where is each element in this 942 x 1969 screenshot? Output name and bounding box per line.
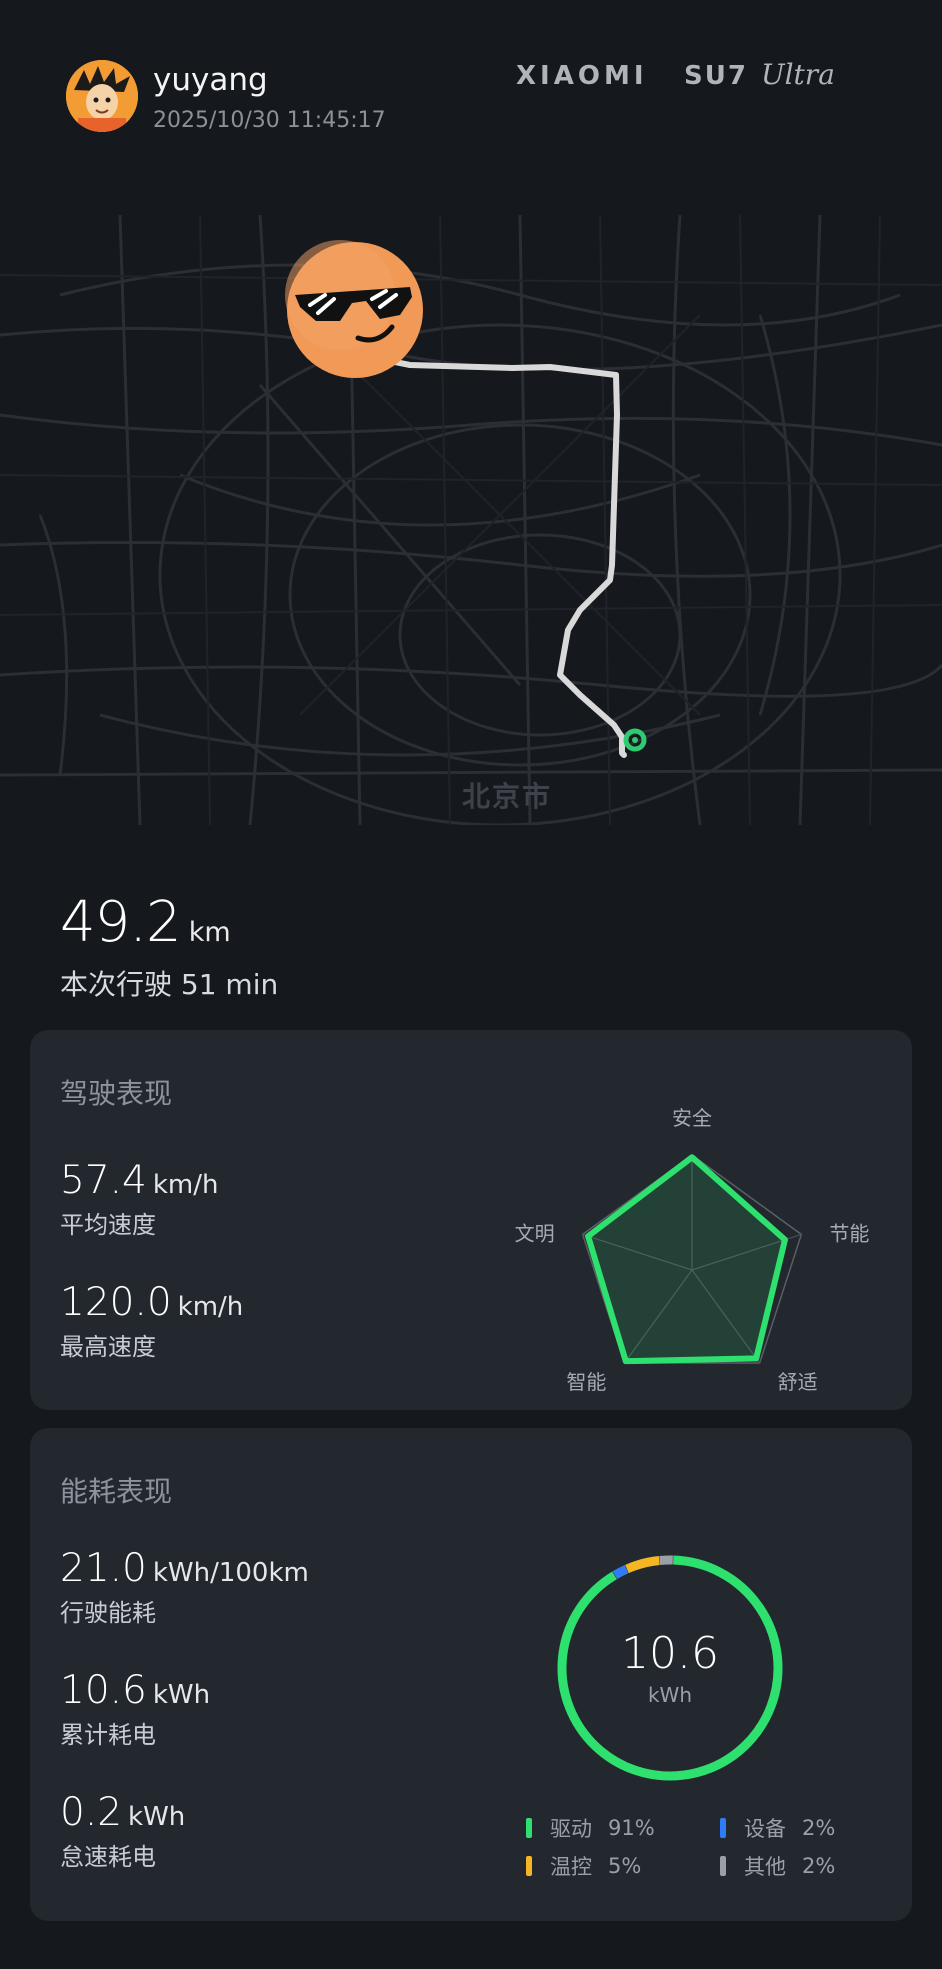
legend-swatch [526,1818,532,1838]
legend-item-climate: 温控 5% [526,1851,641,1881]
legend-percent: 2% [802,1816,836,1840]
legend-name: 温控 [550,1855,592,1879]
idle-energy-unit: kWh [128,1802,186,1832]
legend-swatch [720,1856,726,1876]
legend-percent: 5% [608,1854,642,1878]
legend-swatch [720,1818,726,1838]
svg-text:Ultra: Ultra [761,58,835,91]
radar-axis-label: 安全 [672,1106,712,1130]
legend-name: 其他 [744,1855,786,1879]
total-energy-metric: 10.6 kWh 累计耗电 [60,1668,210,1750]
legend-name: 设备 [744,1817,786,1841]
svg-text:SU7: SU7 [684,61,748,91]
trip-duration: 本次行驶 51 min [60,968,279,1001]
driving-card-title: 驾驶表现 [60,1077,173,1110]
radar-axis-label: 舒适 [778,1370,818,1394]
avg-speed-label: 平均速度 [60,1211,156,1239]
trip-timestamp: 2025/10/30 11:45:17 [153,108,386,133]
legend-item-device: 设备 2% [720,1813,835,1843]
consumption-metric: 21.0 kWh/100km 行驶能耗 [60,1546,309,1628]
legend-item-drive: 驱动 91% [526,1813,655,1843]
consumption-label: 行驶能耗 [60,1599,156,1627]
energy-card-title: 能耗表现 [60,1475,173,1508]
idle-energy-metric: 0.2 kWh 怠速耗电 [60,1790,185,1872]
radar-score-area [585,1154,788,1365]
driving-radar-chart: 安全节能舒适 智能 文明 [515,1106,870,1394]
username: yuyang [153,62,268,98]
header: yuyang 2025/10/30 11:45:17 XIAOMI SU7 Ul… [0,0,942,160]
trip-distance-value: 49.2 [60,890,182,955]
total-energy-unit: kWh [152,1680,211,1710]
avatar[interactable] [66,60,138,132]
brand-logo: XIAOMI SU7 Ultra [516,54,876,94]
radar-axis-label: 文明 [515,1221,555,1245]
consumption-value: 21.0 [60,1546,147,1591]
max-speed-label: 最高速度 [60,1333,156,1361]
avg-speed-unit: km/h [152,1170,219,1200]
idle-energy-value: 0.2 [60,1790,123,1835]
trip-distance-unit: km [188,917,231,948]
total-energy-label: 累计耗电 [60,1721,156,1749]
max-speed-value: 120.0 [60,1280,172,1325]
idle-energy-label: 怠速耗电 [60,1843,156,1871]
max-speed-metric: 120.0 km/h 最高速度 [60,1280,243,1362]
trip-distance: 49.2 km [60,890,231,955]
donut-center-unit: kWh [647,1683,693,1707]
route-map[interactable]: 北京市 [0,214,942,827]
radar-axis-label: 智能 [566,1370,606,1394]
total-energy-value: 10.6 [60,1668,147,1713]
legend-item-other: 其他 2% [720,1851,835,1881]
legend-percent: 2% [802,1854,836,1878]
avg-speed-value: 57.4 [60,1158,147,1203]
radar-axis-label: 节能 [829,1221,869,1245]
driving-performance-card[interactable]: 驾驶表现 57.4 km/h 平均速度 120.0 km/h 最高速度 安全 节能 舒适… [30,1030,912,1410]
map-city-label: 北京市 [462,780,553,813]
legend-percent: 91% [608,1816,655,1840]
svg-text:XIAOMI: XIAOMI [516,61,648,91]
legend-name: 驱动 [550,1817,592,1841]
energy-performance-card[interactable]: 能耗表现 21.0 kWh/100km 行驶能耗 10.6 kWh 累计耗电 0.2… [30,1428,912,1921]
consumption-unit: kWh/100km [152,1558,309,1588]
max-speed-unit: km/h [177,1292,244,1322]
legend-swatch [526,1856,532,1876]
donut-segment [612,1564,629,1580]
donut-segment [625,1556,660,1574]
donut-center-value: 10.6 [621,1628,719,1679]
avg-speed-metric: 57.4 km/h 平均速度 [60,1158,218,1240]
